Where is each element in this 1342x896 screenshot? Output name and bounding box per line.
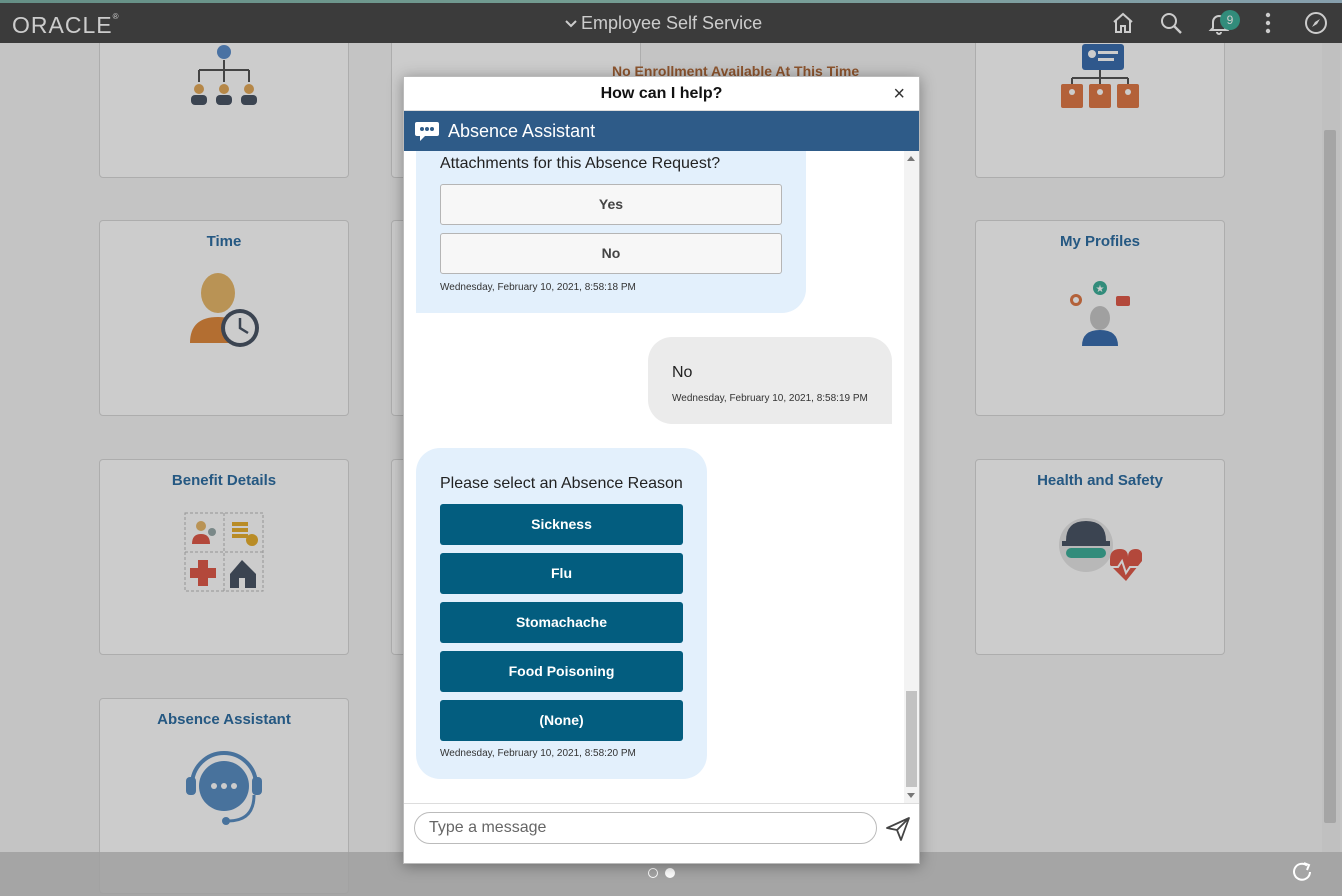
- option-food-poisoning-button[interactable]: Food Poisoning: [440, 651, 683, 692]
- chat-dialog: How can I help? × Absence Assistant Atta…: [403, 76, 920, 864]
- scroll-down-arrow[interactable]: [907, 793, 915, 798]
- user-message: No Wednesday, February 10, 2021, 8:58:19…: [648, 337, 892, 424]
- option-none-button[interactable]: (None): [440, 700, 683, 741]
- chat-transcript: Attachments for this Absence Request? Ye…: [404, 151, 919, 803]
- message-composer: [404, 803, 919, 863]
- option-yes-button[interactable]: Yes: [440, 184, 782, 225]
- option-sickness-button[interactable]: Sickness: [440, 504, 683, 545]
- message-text: Please select an Absence Reason: [440, 475, 683, 492]
- close-icon[interactable]: ×: [893, 77, 905, 111]
- message-input[interactable]: [414, 812, 877, 844]
- bot-message: Please select an Absence Reason Sickness…: [416, 448, 707, 779]
- assistant-name: Absence Assistant: [448, 120, 596, 141]
- dialog-title: How can I help?: [600, 85, 723, 102]
- chat-scrollbar[interactable]: [904, 151, 919, 803]
- message-timestamp: Wednesday, February 10, 2021, 8:58:18 PM: [440, 282, 636, 293]
- send-icon[interactable]: [885, 816, 911, 847]
- chat-scrollbar-thumb[interactable]: [906, 691, 917, 787]
- option-no-button[interactable]: No: [440, 233, 782, 274]
- refresh-icon[interactable]: [1290, 860, 1314, 889]
- scroll-up-arrow[interactable]: [907, 156, 915, 161]
- message-timestamp: Wednesday, February 10, 2021, 8:58:19 PM: [672, 393, 868, 404]
- dialog-header: How can I help? ×: [404, 77, 919, 111]
- option-flu-button[interactable]: Flu: [440, 553, 683, 594]
- bot-message: Attachments for this Absence Request? Ye…: [416, 151, 806, 313]
- message-text: No: [672, 364, 693, 381]
- page-dot-1[interactable]: [648, 868, 658, 878]
- option-stomachache-button[interactable]: Stomachache: [440, 602, 683, 643]
- chat-bubble-icon: [415, 122, 439, 141]
- message-timestamp: Wednesday, February 10, 2021, 8:58:20 PM: [440, 748, 636, 759]
- message-text: Attachments for this Absence Request?: [440, 155, 721, 172]
- assistant-bar: Absence Assistant: [404, 111, 919, 151]
- page-dot-2[interactable]: [665, 868, 675, 878]
